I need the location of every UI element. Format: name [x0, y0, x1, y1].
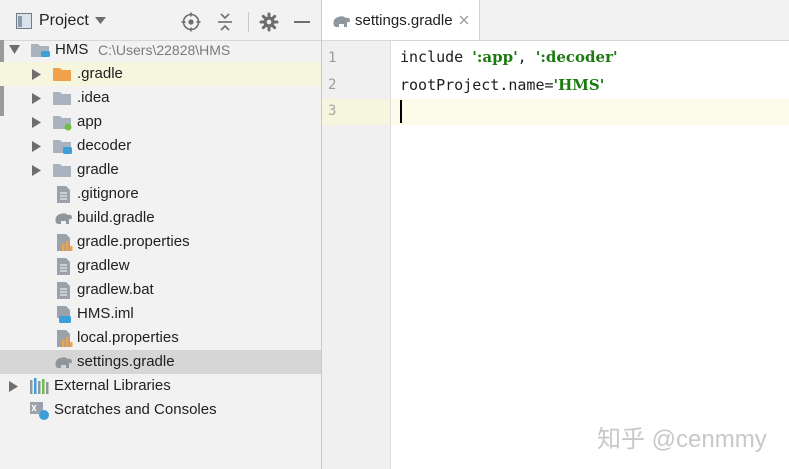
- chevron-right-icon[interactable]: [32, 117, 42, 128]
- tree-row-gradlew[interactable]: gradlew: [0, 254, 321, 278]
- libraries-icon: [30, 378, 49, 394]
- project-path: C:\Users\22828\HMS: [98, 42, 231, 58]
- tree-row-hms[interactable]: HMS C:\Users\22828\HMS: [0, 38, 321, 62]
- chevron-right-icon[interactable]: [32, 165, 42, 176]
- gradle-elephant-icon: [55, 357, 72, 368]
- iml-file-icon: [57, 306, 71, 323]
- string-literal: 'HMS': [553, 76, 605, 94]
- folder-icon: [53, 164, 71, 177]
- string-literal: ':decoder': [535, 48, 618, 66]
- properties-file-icon: [57, 330, 73, 347]
- tree-label: gradlew.bat: [77, 281, 154, 298]
- tree-label: .gradle: [77, 65, 123, 82]
- folder-orange-icon: [53, 68, 71, 81]
- text-file-icon: [57, 282, 70, 299]
- current-line-highlight: [391, 99, 789, 125]
- text-caret: [400, 100, 402, 123]
- tab-label: settings.gradle: [355, 12, 453, 29]
- chevron-right-icon[interactable]: [32, 69, 42, 80]
- module-folder-icon: [31, 44, 50, 57]
- tree-row-scratches[interactable]: Scratches and Consoles: [0, 398, 321, 422]
- tree-label: .idea: [77, 89, 110, 106]
- tree-label: .gitignore: [77, 185, 139, 202]
- watermark: 知乎 @cenmmy: [597, 426, 767, 453]
- line-number: 2: [328, 77, 337, 93]
- close-icon[interactable]: [459, 15, 469, 25]
- chevron-down-icon[interactable]: [95, 17, 106, 24]
- tree-label: settings.gradle: [77, 353, 175, 370]
- tree-label: build.gradle: [77, 209, 155, 226]
- line-number: 1: [328, 50, 337, 66]
- tree-label: gradle: [77, 161, 119, 178]
- tree-row-gitignore[interactable]: .gitignore: [0, 182, 321, 206]
- editor-tab-settings-gradle[interactable]: settings.gradle: [322, 0, 480, 40]
- tree-row-local-properties[interactable]: local.properties: [0, 326, 321, 350]
- project-panel-header: Project: [0, 0, 321, 41]
- gradle-elephant-icon: [55, 213, 72, 224]
- tree-row-app[interactable]: app: [0, 110, 321, 134]
- editor-tab-bar: settings.gradle: [322, 0, 789, 41]
- code-token: ,: [517, 48, 536, 66]
- tree-row-idea[interactable]: .idea: [0, 86, 321, 110]
- tree-row-decoder[interactable]: decoder: [0, 134, 321, 158]
- tree-label: HMS.iml: [77, 305, 134, 322]
- chevron-right-icon[interactable]: [32, 141, 42, 152]
- tree-row-hms-iml[interactable]: HMS.iml: [0, 302, 321, 326]
- current-line-gutter-highlight: 3: [322, 99, 390, 125]
- tree-label: External Libraries: [54, 377, 171, 394]
- project-view-selector[interactable]: Project: [39, 12, 89, 30]
- properties-file-icon: [57, 234, 73, 251]
- folder-icon: [53, 92, 71, 105]
- text-file-icon: [57, 258, 70, 275]
- project-view-icon: [16, 13, 32, 29]
- locate-crosshair-icon[interactable]: [181, 12, 201, 32]
- project-tool-window: Project HMS C:\Users\22828\HMS .gradle .…: [0, 0, 322, 469]
- module-folder-icon: [53, 140, 72, 154]
- code-token: include: [400, 48, 473, 66]
- tree-row-gradle-properties[interactable]: gradle.properties: [0, 230, 321, 254]
- code-line-1[interactable]: include ':app', ':decoder': [400, 48, 618, 66]
- minimize-icon[interactable]: [292, 12, 312, 32]
- tree-label: local.properties: [77, 329, 179, 346]
- gradle-elephant-icon: [333, 16, 350, 27]
- scratches-icon: [30, 402, 49, 420]
- tree-label: gradlew: [77, 257, 130, 274]
- string-literal: ':app': [472, 48, 518, 66]
- tree-row-build-gradle[interactable]: build.gradle: [0, 206, 321, 230]
- header-divider: [248, 12, 249, 32]
- chevron-right-icon[interactable]: [9, 381, 19, 392]
- tree-label: decoder: [77, 137, 132, 154]
- collapse-all-icon[interactable]: [215, 12, 235, 32]
- editor-area[interactable]: settings.gradle 1 2 3 include ':app', ':…: [322, 0, 789, 469]
- tree-label-hms: HMS: [55, 41, 89, 58]
- code-line-2[interactable]: rootProject.name='HMS': [400, 76, 604, 94]
- tree-row-external-libraries[interactable]: External Libraries: [0, 374, 321, 398]
- tree-row-gradle-dir[interactable]: .gradle: [0, 62, 321, 86]
- line-number: 3: [328, 103, 337, 119]
- text-file-icon: [57, 186, 70, 203]
- tree-label: app: [77, 113, 103, 130]
- code-token: rootProject.name=: [400, 76, 554, 94]
- tree-row-gradlew-bat[interactable]: gradlew.bat: [0, 278, 321, 302]
- chevron-down-icon[interactable]: [9, 45, 20, 55]
- chevron-right-icon[interactable]: [32, 93, 42, 104]
- tree-row-settings-gradle[interactable]: settings.gradle: [0, 350, 321, 374]
- gear-icon[interactable]: [259, 12, 279, 32]
- android-module-folder-icon: [53, 116, 72, 131]
- tree-label: gradle.properties: [77, 233, 190, 250]
- tree-row-gradle[interactable]: gradle: [0, 158, 321, 182]
- tree-label: Scratches and Consoles: [54, 401, 217, 418]
